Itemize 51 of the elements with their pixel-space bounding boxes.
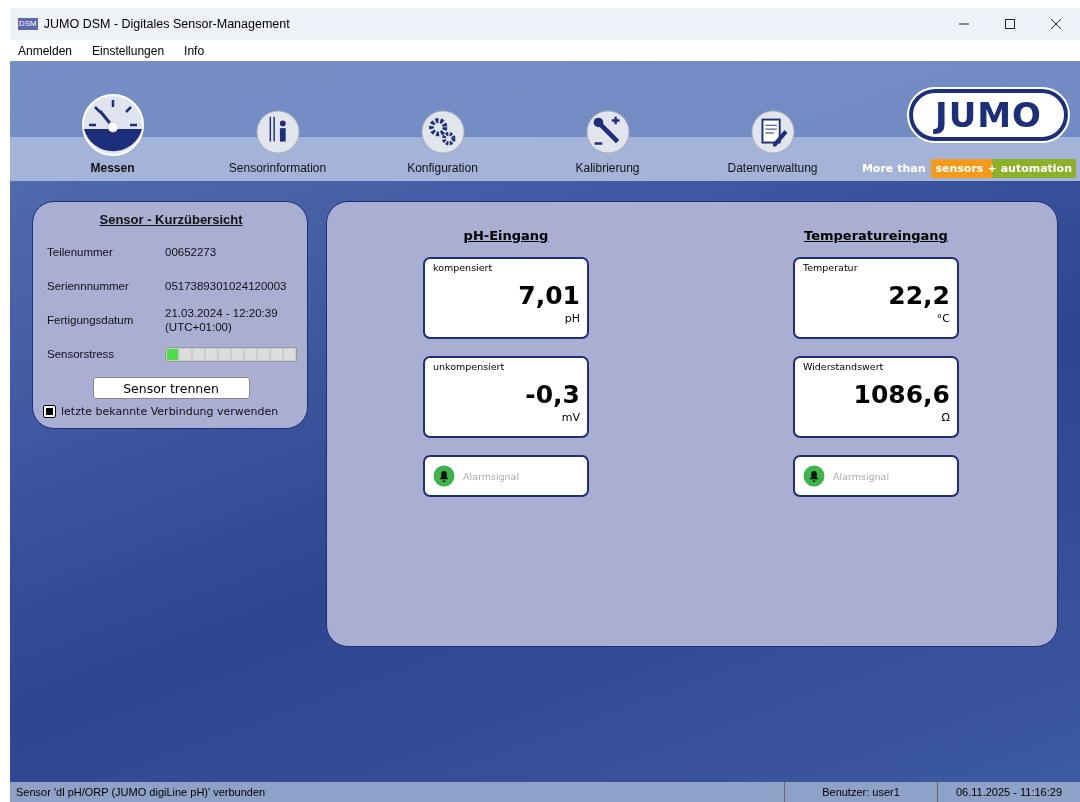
reading-unit: mV <box>560 411 580 424</box>
alarm-label: Alarmsignal <box>463 470 520 482</box>
nav-tab[interactable]: Sensorinformation <box>195 109 360 181</box>
window-title: JUMO DSM - Digitales Sensor-Management <box>43 17 291 31</box>
gauge-icon <box>80 93 145 157</box>
wrench-icon <box>584 109 631 155</box>
reading-value: -0,3 <box>524 380 580 409</box>
nav-tab[interactable]: Messen <box>30 93 195 181</box>
field-label: Sensorstress <box>47 348 116 360</box>
nav-tab[interactable]: Kalibrierung <box>525 109 690 181</box>
field-label: Seriennnummer <box>47 280 130 292</box>
section-title: pH-Eingang <box>463 228 549 243</box>
reading-value: 22,2 <box>887 281 950 310</box>
menu-item[interactable]: Anmelden <box>18 43 73 58</box>
checkbox-label: letzte bekannte Verbindung verwenden <box>61 405 279 418</box>
tag-label: sensors <box>931 159 986 178</box>
tag-label: automation <box>998 159 1076 178</box>
reading-unit: °C <box>935 312 950 325</box>
maximize-icon[interactable] <box>1004 18 1016 30</box>
app-icon: DSM <box>18 18 38 30</box>
datetime-label: 06.11.2025 - 11:16:29 <box>937 782 1080 802</box>
reading-value: 1086,6 <box>852 380 950 409</box>
field-value: 21.03.2024 - 12:20:39 (UTC+01:00) <box>165 305 278 335</box>
field-label: Teilenummer <box>47 246 114 258</box>
field-label: Fertigungsdatum <box>47 314 135 326</box>
checkbox[interactable] <box>43 405 56 418</box>
field-value: 00652273 <box>165 244 217 260</box>
reading-value: 7,01 <box>517 281 580 310</box>
section-title: Temperatureingang <box>804 228 948 243</box>
reading-label: unkompensiert <box>433 361 506 372</box>
menu-item[interactable]: Einstellungen <box>92 43 165 58</box>
nav-tab[interactable]: Konfiguration <box>360 109 525 181</box>
nav-tab[interactable]: Datenverwaltung <box>690 109 855 181</box>
menu-item[interactable]: Info <box>184 43 205 58</box>
reading-unit: pH <box>563 312 580 325</box>
tagline: More than <box>861 162 926 175</box>
reading-label: Widerstandswert <box>803 361 885 372</box>
close-icon[interactable] <box>1050 18 1062 30</box>
reading-unit: Ω <box>940 411 950 424</box>
document-pen-icon <box>749 109 796 155</box>
panel-title: Sensor - Kurzübersicht <box>98 212 244 227</box>
alarm-label: Alarmsignal <box>833 470 890 482</box>
user-label: Benutzer: user1 <box>784 782 937 802</box>
status-message: Sensor 'dl pH/ORP (JUMO digiLine pH)' verbunden <box>15 785 267 800</box>
field-value: 0517389301024120003 <box>165 278 287 294</box>
disconnect-button[interactable]: Sensor trennen <box>92 377 250 399</box>
reading-label: kompensiert <box>433 262 494 273</box>
info-icon <box>254 109 301 155</box>
logo: JUMO <box>909 89 1068 141</box>
plus-label: + <box>985 159 999 178</box>
reading-label: Temperatur <box>803 262 859 273</box>
